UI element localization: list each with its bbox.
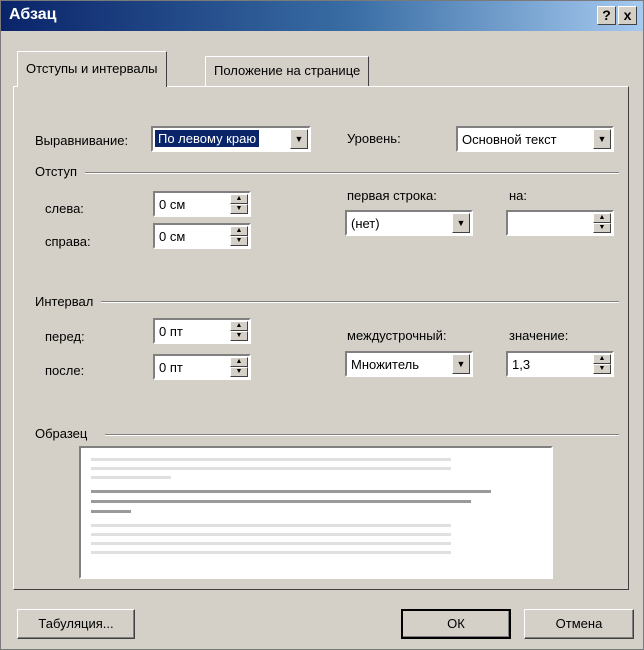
- indent-left-label: слева:: [45, 201, 84, 216]
- title-bar[interactable]: Абзац ? x: [1, 1, 643, 31]
- spinner-buttons[interactable]: ▲ ▼: [230, 321, 248, 341]
- preview-line: [91, 551, 451, 554]
- preview-line: [91, 524, 451, 527]
- tab-label: Положение на странице: [214, 63, 361, 78]
- preview-line: [91, 542, 451, 545]
- divider: [105, 434, 619, 436]
- alignment-label: Выравнивание:: [35, 133, 129, 148]
- indent-right-label: справа:: [45, 234, 91, 249]
- spin-up-icon[interactable]: ▲: [593, 354, 611, 364]
- chevron-down-icon[interactable]: ▼: [452, 213, 470, 233]
- level-select[interactable]: Основной текст ▼: [456, 126, 614, 152]
- chevron-down-icon[interactable]: ▼: [452, 354, 470, 374]
- spinner-buttons[interactable]: ▲ ▼: [230, 226, 248, 246]
- preview-line: [91, 467, 451, 470]
- preview-line: [91, 510, 131, 513]
- spin-down-icon[interactable]: ▼: [230, 331, 248, 341]
- tab-indents-spacing[interactable]: Отступы и интервалы: [17, 51, 167, 87]
- spacing-group-label: Интервал: [35, 294, 94, 309]
- line-spacing-value: Множитель: [351, 357, 420, 372]
- line-spacing-label: междустрочный:: [347, 328, 447, 343]
- tab-line-page-breaks[interactable]: Положение на странице: [205, 56, 370, 86]
- by-spinner[interactable]: ▲ ▼: [506, 210, 614, 236]
- alignment-select[interactable]: По левому краю ▼: [151, 126, 311, 152]
- close-button[interactable]: x: [618, 6, 637, 25]
- spacing-before-value: 0 пт: [159, 324, 183, 339]
- spinner-buttons[interactable]: ▲ ▼: [230, 194, 248, 214]
- preview-line: [91, 490, 491, 493]
- indent-left-spinner[interactable]: 0 см ▲ ▼: [153, 191, 251, 217]
- spin-up-icon[interactable]: ▲: [230, 226, 248, 236]
- alignment-value: По левому краю: [155, 130, 260, 147]
- level-value: Основной текст: [462, 132, 557, 147]
- tab-label: Отступы и интервалы: [26, 61, 158, 76]
- indent-right-spinner[interactable]: 0 см ▲ ▼: [153, 223, 251, 249]
- paragraph-dialog: Абзац ? x Отступы и интервалы Положение …: [0, 0, 644, 650]
- cancel-button[interactable]: Отмена: [524, 609, 634, 639]
- spin-down-icon[interactable]: ▼: [593, 364, 611, 374]
- chevron-down-icon[interactable]: ▼: [290, 129, 308, 149]
- spin-up-icon[interactable]: ▲: [230, 357, 248, 367]
- spacing-after-label: после:: [45, 363, 85, 378]
- indent-left-value: 0 см: [159, 197, 186, 212]
- spacing-after-value: 0 пт: [159, 360, 183, 375]
- indent-group-label: Отступ: [35, 164, 78, 179]
- spacing-before-label: перед:: [45, 329, 85, 344]
- preview-line: [91, 476, 171, 479]
- spacing-at-label: значение:: [509, 328, 569, 343]
- help-button[interactable]: ?: [597, 6, 616, 25]
- chevron-down-icon[interactable]: ▼: [593, 129, 611, 149]
- indent-right-value: 0 см: [159, 229, 186, 244]
- first-line-label: первая строка:: [347, 188, 437, 203]
- line-spacing-select[interactable]: Множитель ▼: [345, 351, 473, 377]
- spacing-at-spinner[interactable]: 1,3 ▲ ▼: [506, 351, 614, 377]
- preview-group-label: Образец: [35, 426, 88, 441]
- first-line-value: (нет): [351, 216, 380, 231]
- spin-up-icon[interactable]: ▲: [230, 321, 248, 331]
- spinner-buttons[interactable]: ▲ ▼: [593, 354, 611, 374]
- ok-button[interactable]: ОК: [401, 609, 511, 639]
- preview-line: [91, 500, 471, 503]
- spin-down-icon[interactable]: ▼: [593, 223, 611, 233]
- tabs-button[interactable]: Табуляция...: [17, 609, 135, 639]
- spin-up-icon[interactable]: ▲: [593, 213, 611, 223]
- spacing-after-spinner[interactable]: 0 пт ▲ ▼: [153, 354, 251, 380]
- level-label: Уровень:: [347, 131, 401, 146]
- by-label: на:: [509, 188, 528, 203]
- preview-line: [91, 533, 451, 536]
- preview-line: [91, 458, 451, 461]
- dialog-title: Абзац: [9, 6, 57, 23]
- spin-up-icon[interactable]: ▲: [230, 194, 248, 204]
- spin-down-icon[interactable]: ▼: [230, 367, 248, 377]
- first-line-select[interactable]: (нет) ▼: [345, 210, 473, 236]
- divider: [101, 301, 619, 303]
- spacing-before-spinner[interactable]: 0 пт ▲ ▼: [153, 318, 251, 344]
- spinner-buttons[interactable]: ▲ ▼: [230, 357, 248, 377]
- spinner-buttons[interactable]: ▲ ▼: [593, 213, 611, 233]
- spin-down-icon[interactable]: ▼: [230, 204, 248, 214]
- spin-down-icon[interactable]: ▼: [230, 236, 248, 246]
- spacing-at-value: 1,3: [512, 357, 531, 372]
- preview-box: [79, 446, 553, 579]
- divider: [85, 172, 619, 174]
